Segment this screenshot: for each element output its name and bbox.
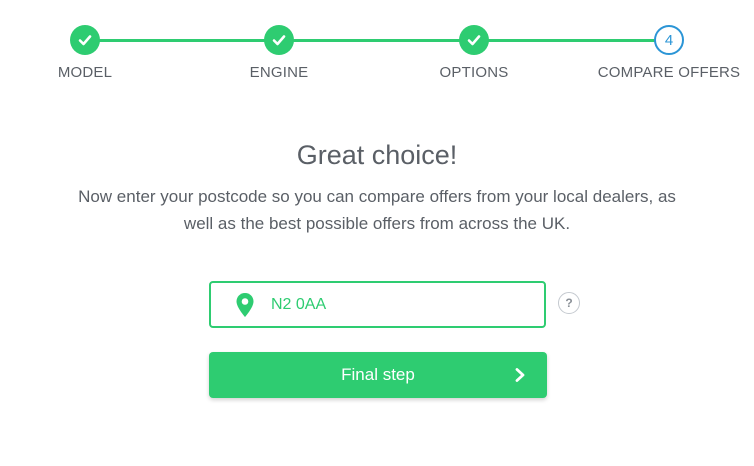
postcode-field[interactable] — [209, 281, 546, 328]
chevron-right-icon — [513, 367, 527, 383]
location-pin-icon — [235, 292, 255, 318]
progress-stepper: MODEL ENGINE OPTIONS 4 COMPARE OFFERS — [0, 0, 754, 100]
step-1-check-icon — [70, 25, 100, 55]
step-3-label: OPTIONS — [439, 64, 509, 81]
postcode-input[interactable] — [271, 295, 501, 314]
step-3-check-icon — [459, 25, 489, 55]
page-title: Great choice! — [296, 140, 458, 170]
step-4-number: 4 — [654, 25, 684, 55]
instructions-text: Now enter your postcode so you can compa… — [78, 187, 676, 233]
final-step-button[interactable]: Final step — [209, 352, 547, 398]
final-step-label: Final step — [341, 365, 415, 384]
step-1-label: MODEL — [57, 64, 113, 81]
step-2-check-icon — [264, 25, 294, 55]
step-2-label: ENGINE — [249, 64, 309, 81]
help-icon[interactable]: ? — [558, 292, 580, 314]
step-4-label: COMPARE OFFERS — [597, 64, 741, 81]
stepper-line — [85, 39, 669, 42]
